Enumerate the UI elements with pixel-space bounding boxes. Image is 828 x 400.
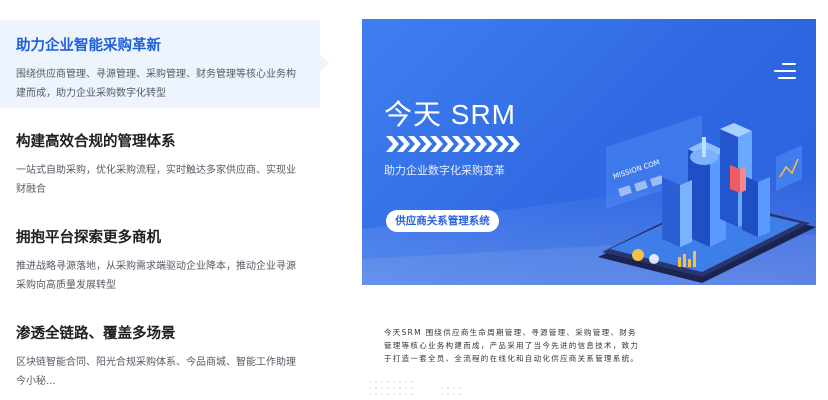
product-slogan: 助力企业数字化采购变革 <box>384 164 505 177</box>
feature-desc: 区块链智能合同、阳光合规采购体系、今品商城、智能工作助理今小秘... <box>16 357 296 387</box>
feature-title: 拥抱平台探索更多商机 <box>16 230 161 246</box>
product-showcase-panel: 今天 SRM 助力企业数字化采购变革 供应商关系管理系统 MISSION COM… <box>362 19 816 400</box>
menu-icon[interactable] <box>774 63 796 85</box>
feature-title: 构建高效合规的管理体系 <box>16 134 176 150</box>
product-banner: 今天 SRM 助力企业数字化采购变革 供应商关系管理系统 MISSION COM <box>362 19 816 285</box>
feature-desc: 一站式自助采购，优化采购流程，实时触达多家供应商、实现业财融合 <box>16 165 296 195</box>
feature-title: 渗透全链路、覆盖多场景 <box>16 326 176 342</box>
feature-item-1[interactable]: 助力企业智能采购革新 围绕供应商管理、寻源管理、采购管理、财务管理等核心业务构建… <box>0 20 329 108</box>
feature-item-2[interactable]: 构建高效合规的管理体系 一站式自助采购，优化采购流程，实时触达多家供应商、实现业… <box>0 116 320 204</box>
product-intro-text: 今天SRM 围绕供应商生命周期管理、寻源管理、采购管理、财务管理等核心业务构建而… <box>384 328 640 363</box>
chevron-arrows-icon <box>386 136 520 152</box>
decorative-dots <box>369 381 461 395</box>
feature-title: 助力企业智能采购革新 <box>16 38 161 54</box>
feature-desc: 围绕供应商管理、寻源管理、采购管理、财务管理等核心业务构建而成，助力企业采购数字… <box>16 69 296 99</box>
feature-desc: 推进战略寻源落地，从采购需求端驱动企业降本，推动企业寻源采购向高质量发展转型 <box>16 261 296 291</box>
feature-item-3[interactable]: 拥抱平台探索更多商机 推进战略寻源落地，从采购需求端驱动企业降本，推动企业寻源采… <box>0 212 320 300</box>
srm-system-button[interactable]: 供应商关系管理系统 <box>386 210 499 232</box>
product-brand: 今天 SRM <box>384 99 517 130</box>
feature-item-4[interactable]: 渗透全链路、覆盖多场景 区块链智能合同、阳光合规采购体系、今品商城、智能工作助理… <box>0 308 320 396</box>
smart-city-tablet-illustration: MISSION COM <box>598 115 816 283</box>
